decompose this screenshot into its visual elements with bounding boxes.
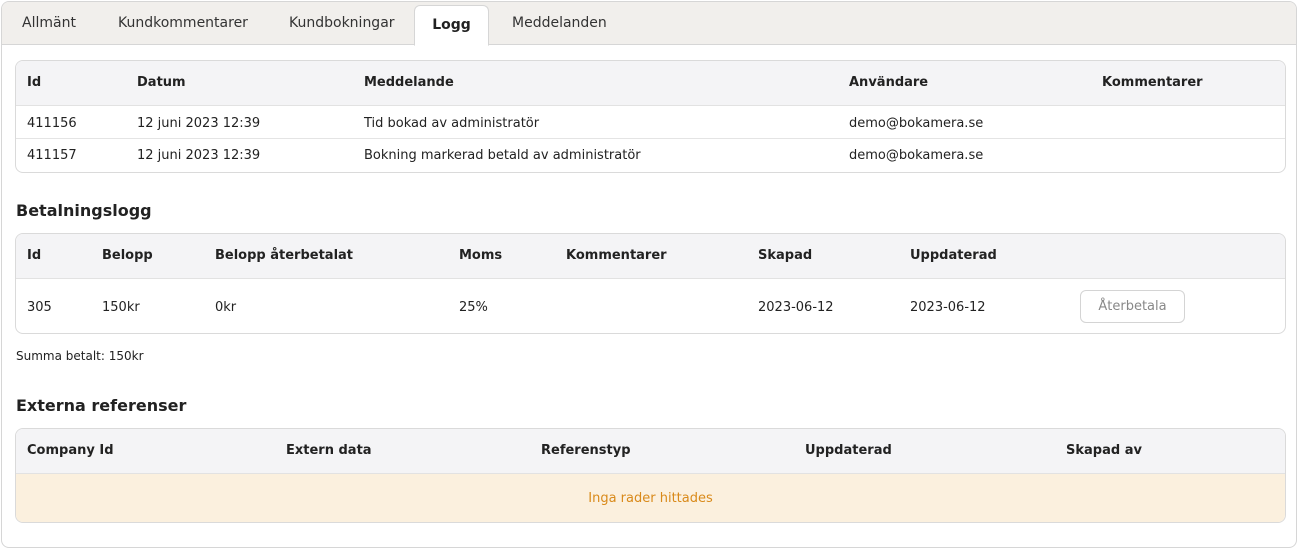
cell-uppdaterad: 2023-06-12 <box>910 300 986 315</box>
column-header-kommentarer: Kommentarer <box>566 248 667 263</box>
tab-kundbokningar[interactable]: Kundbokningar <box>287 2 397 45</box>
cell-belopp-aterbetalat: 0kr <box>215 300 237 315</box>
tab-bar: Allmänt Kundkommentarer Kundbokningar Lo… <box>2 2 1296 46</box>
row-divider <box>16 138 1285 139</box>
cell-id: 411156 <box>27 116 77 131</box>
total-paid-text: Summa betalt: 150kr <box>16 349 144 363</box>
column-header-meddelande: Meddelande <box>364 75 454 90</box>
payment-log-title: Betalningslogg <box>16 201 152 220</box>
refund-button[interactable]: Återbetala <box>1080 290 1185 323</box>
column-header-kommentarer: Kommentarer <box>1102 75 1203 90</box>
column-header-id: Id <box>27 75 42 90</box>
cell-id: 305 <box>27 300 52 315</box>
payment-log-header: Id Belopp Belopp återbetalat Moms Kommen… <box>16 234 1285 279</box>
column-header-referenstyp: Referenstyp <box>541 443 631 458</box>
column-header-moms: Moms <box>459 248 503 263</box>
column-header-uppdaterad: Uppdaterad <box>805 443 892 458</box>
column-header-datum: Datum <box>137 75 186 90</box>
external-refs-title: Externa referenser <box>16 396 187 415</box>
cell-meddelande: Bokning markerad betald av administratör <box>364 148 641 163</box>
booking-details-panel: Allmänt Kundkommentarer Kundbokningar Lo… <box>1 1 1297 548</box>
column-header-skapad-av: Skapad av <box>1066 443 1142 458</box>
cell-moms: 25% <box>459 300 488 315</box>
cell-skapad: 2023-06-12 <box>758 300 834 315</box>
tab-allmant[interactable]: Allmänt <box>20 2 78 45</box>
log-table-header: Id Datum Meddelande Användare Kommentare… <box>16 61 1285 106</box>
cell-meddelande: Tid bokad av administratör <box>364 116 540 131</box>
column-header-anvandare: Användare <box>849 75 929 90</box>
cell-anvandare: demo@bokamera.se <box>849 116 984 131</box>
empty-state-message: Inga rader hittades <box>16 474 1285 522</box>
column-header-company-id: Company Id <box>27 443 114 458</box>
external-refs-header: Company Id Extern data Referenstyp Uppda… <box>16 429 1285 474</box>
cell-anvandare: demo@bokamera.se <box>849 148 984 163</box>
column-header-belopp-aterbetalat: Belopp återbetalat <box>215 248 354 263</box>
column-header-extern-data: Extern data <box>286 443 372 458</box>
column-header-id: Id <box>27 248 42 263</box>
tab-meddelanden[interactable]: Meddelanden <box>510 2 609 45</box>
payment-log-table: Id Belopp Belopp återbetalat Moms Kommen… <box>15 233 1286 334</box>
cell-id: 411157 <box>27 148 77 163</box>
column-header-uppdaterad: Uppdaterad <box>910 248 997 263</box>
tab-logg[interactable]: Logg <box>414 5 489 46</box>
column-header-skapad: Skapad <box>758 248 813 263</box>
log-table: Id Datum Meddelande Användare Kommentare… <box>15 60 1286 173</box>
cell-belopp: 150kr <box>102 300 140 315</box>
column-header-belopp: Belopp <box>102 248 153 263</box>
cell-datum: 12 juni 2023 12:39 <box>137 148 261 163</box>
tab-kundkommentarer[interactable]: Kundkommentarer <box>116 2 250 45</box>
cell-datum: 12 juni 2023 12:39 <box>137 116 261 131</box>
external-refs-table: Company Id Extern data Referenstyp Uppda… <box>15 428 1286 523</box>
